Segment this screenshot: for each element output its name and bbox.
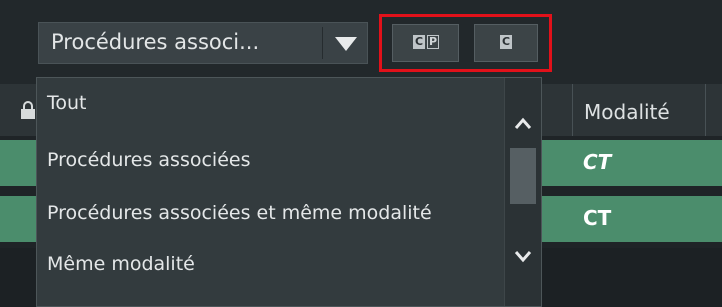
scrollbar-thumb[interactable] bbox=[510, 148, 536, 204]
column-separator bbox=[705, 84, 706, 136]
filter-dropdown-value: Procédures associ... bbox=[51, 30, 260, 54]
c-glyph-icon: C bbox=[413, 35, 425, 49]
dropdown-option-meme-modalite[interactable]: Même modalité bbox=[47, 253, 195, 275]
cp-toggle-button[interactable]: C P bbox=[392, 24, 459, 62]
filter-dropdown-list[interactable]: Tout Procédures associées Procédures ass… bbox=[36, 77, 542, 307]
column-separator bbox=[572, 84, 573, 136]
dropdown-separator bbox=[322, 27, 323, 59]
filter-dropdown[interactable]: Procédures associ... bbox=[38, 22, 368, 64]
chevron-down-icon[interactable] bbox=[513, 246, 533, 266]
modality-cell: CT bbox=[583, 206, 612, 230]
dropdown-option-procedures-associees[interactable]: Procédures associées bbox=[47, 149, 250, 171]
p-glyph-icon: P bbox=[427, 35, 439, 49]
lock-icon bbox=[21, 101, 35, 119]
dropdown-option-procedures-meme-modalite[interactable]: Procédures associées et même modalité bbox=[47, 202, 432, 224]
modality-cell: CT bbox=[583, 150, 612, 174]
chevron-down-icon[interactable] bbox=[335, 37, 357, 51]
column-header-modalite[interactable]: Modalité bbox=[584, 100, 670, 124]
dropdown-option-tout[interactable]: Tout bbox=[47, 92, 87, 114]
c-toggle-button[interactable]: C bbox=[474, 24, 538, 62]
dropdown-scrollbar[interactable] bbox=[504, 78, 541, 306]
chevron-up-icon[interactable] bbox=[513, 114, 533, 134]
c-glyph-icon: C bbox=[500, 35, 512, 49]
